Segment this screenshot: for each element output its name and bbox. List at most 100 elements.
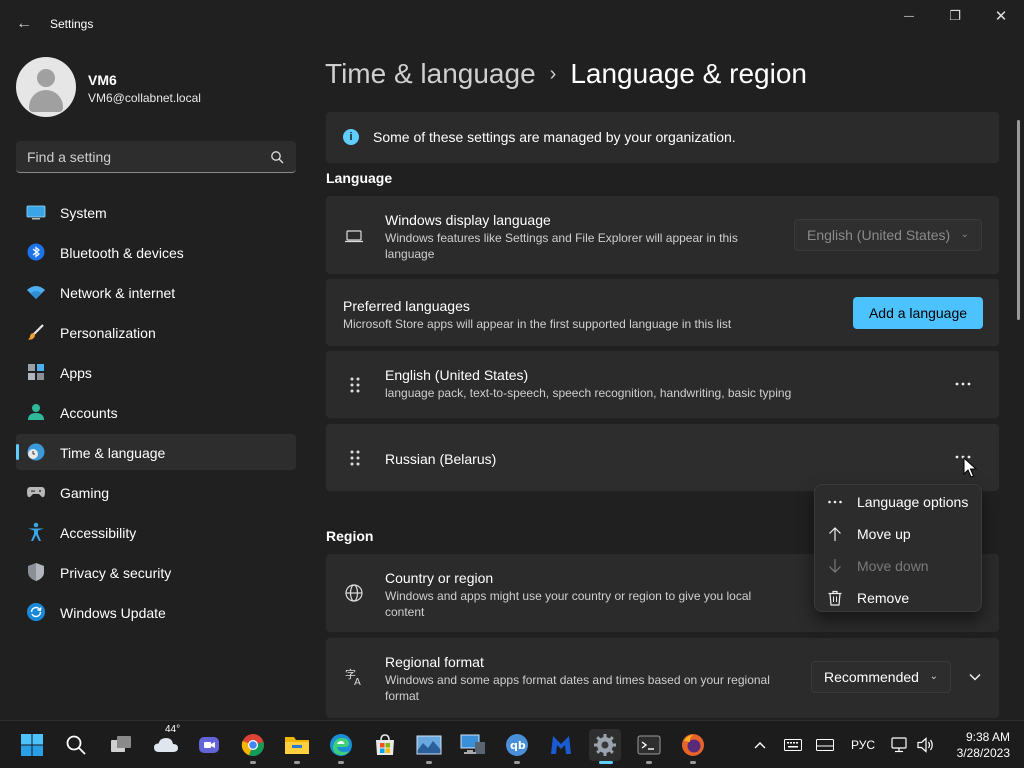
sidebar-item-label: Personalization bbox=[60, 325, 156, 341]
language-item-russian[interactable]: Russian (Belarus) bbox=[326, 424, 999, 491]
brush-icon bbox=[26, 323, 46, 341]
back-arrow-icon: ← bbox=[16, 15, 32, 32]
breadcrumb: Time & language › Language & region bbox=[325, 58, 807, 90]
running-indicator bbox=[250, 761, 256, 764]
chevron-down-icon bbox=[969, 673, 981, 681]
taskbar-search-button[interactable] bbox=[60, 729, 92, 761]
file-explorer-button[interactable] bbox=[281, 729, 313, 764]
display-language-dropdown[interactable]: English (United States) ⌄ bbox=[794, 219, 982, 251]
display-language-value: English (United States) bbox=[807, 227, 951, 243]
expand-button[interactable] bbox=[959, 661, 991, 693]
clock-time[interactable]: 9:38 AM bbox=[948, 730, 1010, 744]
preferred-languages-subtitle: Microsoft Store apps will appear in the … bbox=[343, 317, 732, 331]
keyboard-tray-button[interactable] bbox=[782, 721, 804, 768]
sidebar-item-personalization[interactable]: Personalization bbox=[16, 314, 296, 350]
chevron-up-icon bbox=[754, 742, 766, 749]
weather-widget[interactable]: 44° bbox=[150, 724, 182, 761]
app-title: Settings bbox=[50, 17, 94, 31]
regional-format-subtitle-1: Windows and some apps format dates and t… bbox=[385, 673, 770, 687]
sidebar-item-label: System bbox=[60, 205, 107, 221]
qbittorrent-button[interactable]: qb bbox=[501, 729, 533, 764]
language-features: language pack, text-to-speech, speech re… bbox=[385, 386, 792, 400]
sidebar-item-accessibility[interactable]: Accessibility bbox=[16, 514, 296, 550]
touch-keyboard-tray-button[interactable] bbox=[814, 721, 836, 768]
sidebar-item-windows-update[interactable]: Windows Update bbox=[16, 594, 296, 630]
search-icon bbox=[66, 735, 86, 755]
country-region-title: Country or region bbox=[385, 570, 494, 586]
active-indicator bbox=[599, 761, 613, 764]
task-view-button[interactable] bbox=[105, 729, 137, 761]
drag-handle-icon[interactable] bbox=[349, 376, 361, 394]
close-button[interactable]: ✕ bbox=[978, 6, 1024, 26]
back-button[interactable]: ← bbox=[8, 9, 40, 39]
menu-item-language-options[interactable]: Language options bbox=[819, 488, 979, 516]
drag-handle-icon[interactable] bbox=[349, 449, 361, 467]
language-heading: Language bbox=[326, 170, 393, 186]
regional-format-card[interactable]: 字A Regional format Windows and some apps… bbox=[326, 638, 999, 718]
vertical-scrollbar[interactable] bbox=[1017, 120, 1020, 320]
sidebar-item-system[interactable]: System bbox=[16, 194, 296, 230]
trash-icon bbox=[828, 590, 842, 606]
edge-button[interactable] bbox=[325, 729, 357, 764]
clock-date[interactable]: 3/28/2023 bbox=[948, 746, 1010, 760]
avatar[interactable] bbox=[16, 57, 76, 117]
sidebar-item-label: Gaming bbox=[60, 485, 110, 501]
region-heading: Region bbox=[326, 528, 374, 544]
store-button[interactable] bbox=[369, 729, 401, 761]
chevron-down-icon: ⌄ bbox=[960, 229, 969, 240]
svg-text:qb: qb bbox=[510, 739, 526, 752]
sidebar-item-label: Accessibility bbox=[60, 525, 137, 541]
terminal-icon bbox=[637, 735, 661, 755]
restore-icon: ❐ bbox=[949, 8, 961, 23]
breadcrumb-parent[interactable]: Time & language bbox=[325, 58, 536, 90]
search-icon[interactable] bbox=[270, 150, 284, 164]
running-indicator bbox=[426, 761, 432, 764]
show-hidden-icons-button[interactable] bbox=[750, 721, 770, 768]
teams-icon bbox=[199, 737, 219, 753]
display-language-subtitle-2: language bbox=[385, 247, 435, 261]
menu-item-remove[interactable]: Remove bbox=[819, 584, 979, 612]
teams-button[interactable] bbox=[193, 729, 225, 761]
sidebar-item-apps[interactable]: Apps bbox=[16, 354, 296, 390]
language-name: Russian (Belarus) bbox=[385, 451, 497, 467]
info-icon: i bbox=[343, 129, 359, 145]
sidebar-nav: System Bluetooth & devices Network & int… bbox=[16, 194, 296, 634]
running-indicator bbox=[514, 761, 520, 764]
search-input[interactable] bbox=[16, 141, 266, 172]
start-button[interactable] bbox=[16, 729, 48, 761]
remote-desktop-button[interactable] bbox=[457, 729, 489, 761]
weather-icon bbox=[154, 738, 178, 752]
terminal-button[interactable] bbox=[633, 729, 665, 764]
maximize-button[interactable]: ❐ bbox=[932, 6, 978, 26]
settings-icon bbox=[594, 734, 616, 756]
svg-text:A: A bbox=[354, 677, 361, 686]
mouse-cursor-icon bbox=[963, 457, 977, 478]
store-icon bbox=[376, 734, 394, 755]
language-item-english[interactable]: English (United States) language pack, t… bbox=[326, 351, 999, 418]
network-icon bbox=[891, 737, 907, 753]
regional-format-icon: 字A bbox=[345, 667, 361, 686]
sidebar-item-gaming[interactable]: Gaming bbox=[16, 474, 296, 510]
volume-tray-button[interactable] bbox=[914, 721, 938, 768]
pen-tablet-icon bbox=[816, 739, 834, 751]
firefox-button[interactable] bbox=[677, 729, 709, 764]
more-options-button[interactable] bbox=[947, 368, 979, 400]
settings-button[interactable] bbox=[589, 729, 621, 764]
sidebar-item-accounts[interactable]: Accounts bbox=[16, 394, 296, 430]
sidebar-item-bluetooth[interactable]: Bluetooth & devices bbox=[16, 234, 296, 270]
language-context-menu: Language options Move up Move down Remov… bbox=[814, 484, 982, 612]
malwarebytes-button[interactable] bbox=[545, 729, 577, 761]
country-region-subtitle-2: content bbox=[385, 605, 425, 619]
input-language-indicator[interactable]: РУС bbox=[846, 721, 880, 768]
minimize-button[interactable]: — bbox=[886, 6, 932, 26]
sidebar-item-privacy[interactable]: Privacy & security bbox=[16, 554, 296, 590]
sidebar-item-time-language[interactable]: Time & language bbox=[16, 434, 296, 470]
photo-app-button[interactable] bbox=[413, 729, 445, 764]
sidebar-item-network[interactable]: Network & internet bbox=[16, 274, 296, 310]
chevron-down-icon: ⌄ bbox=[929, 671, 938, 682]
menu-item-move-up[interactable]: Move up bbox=[819, 520, 979, 548]
chrome-button[interactable] bbox=[237, 729, 269, 764]
network-tray-button[interactable] bbox=[888, 721, 912, 768]
regional-format-dropdown[interactable]: Recommended ⌄ bbox=[811, 661, 951, 693]
add-language-button[interactable]: Add a language bbox=[853, 297, 983, 329]
